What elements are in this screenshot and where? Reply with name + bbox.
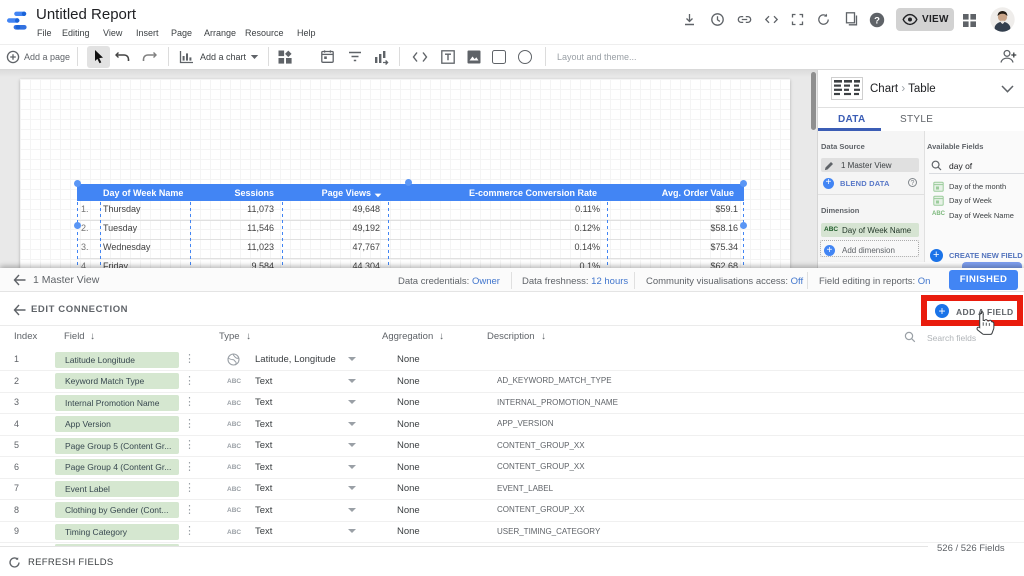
svg-text:?: ?: [874, 15, 880, 26]
